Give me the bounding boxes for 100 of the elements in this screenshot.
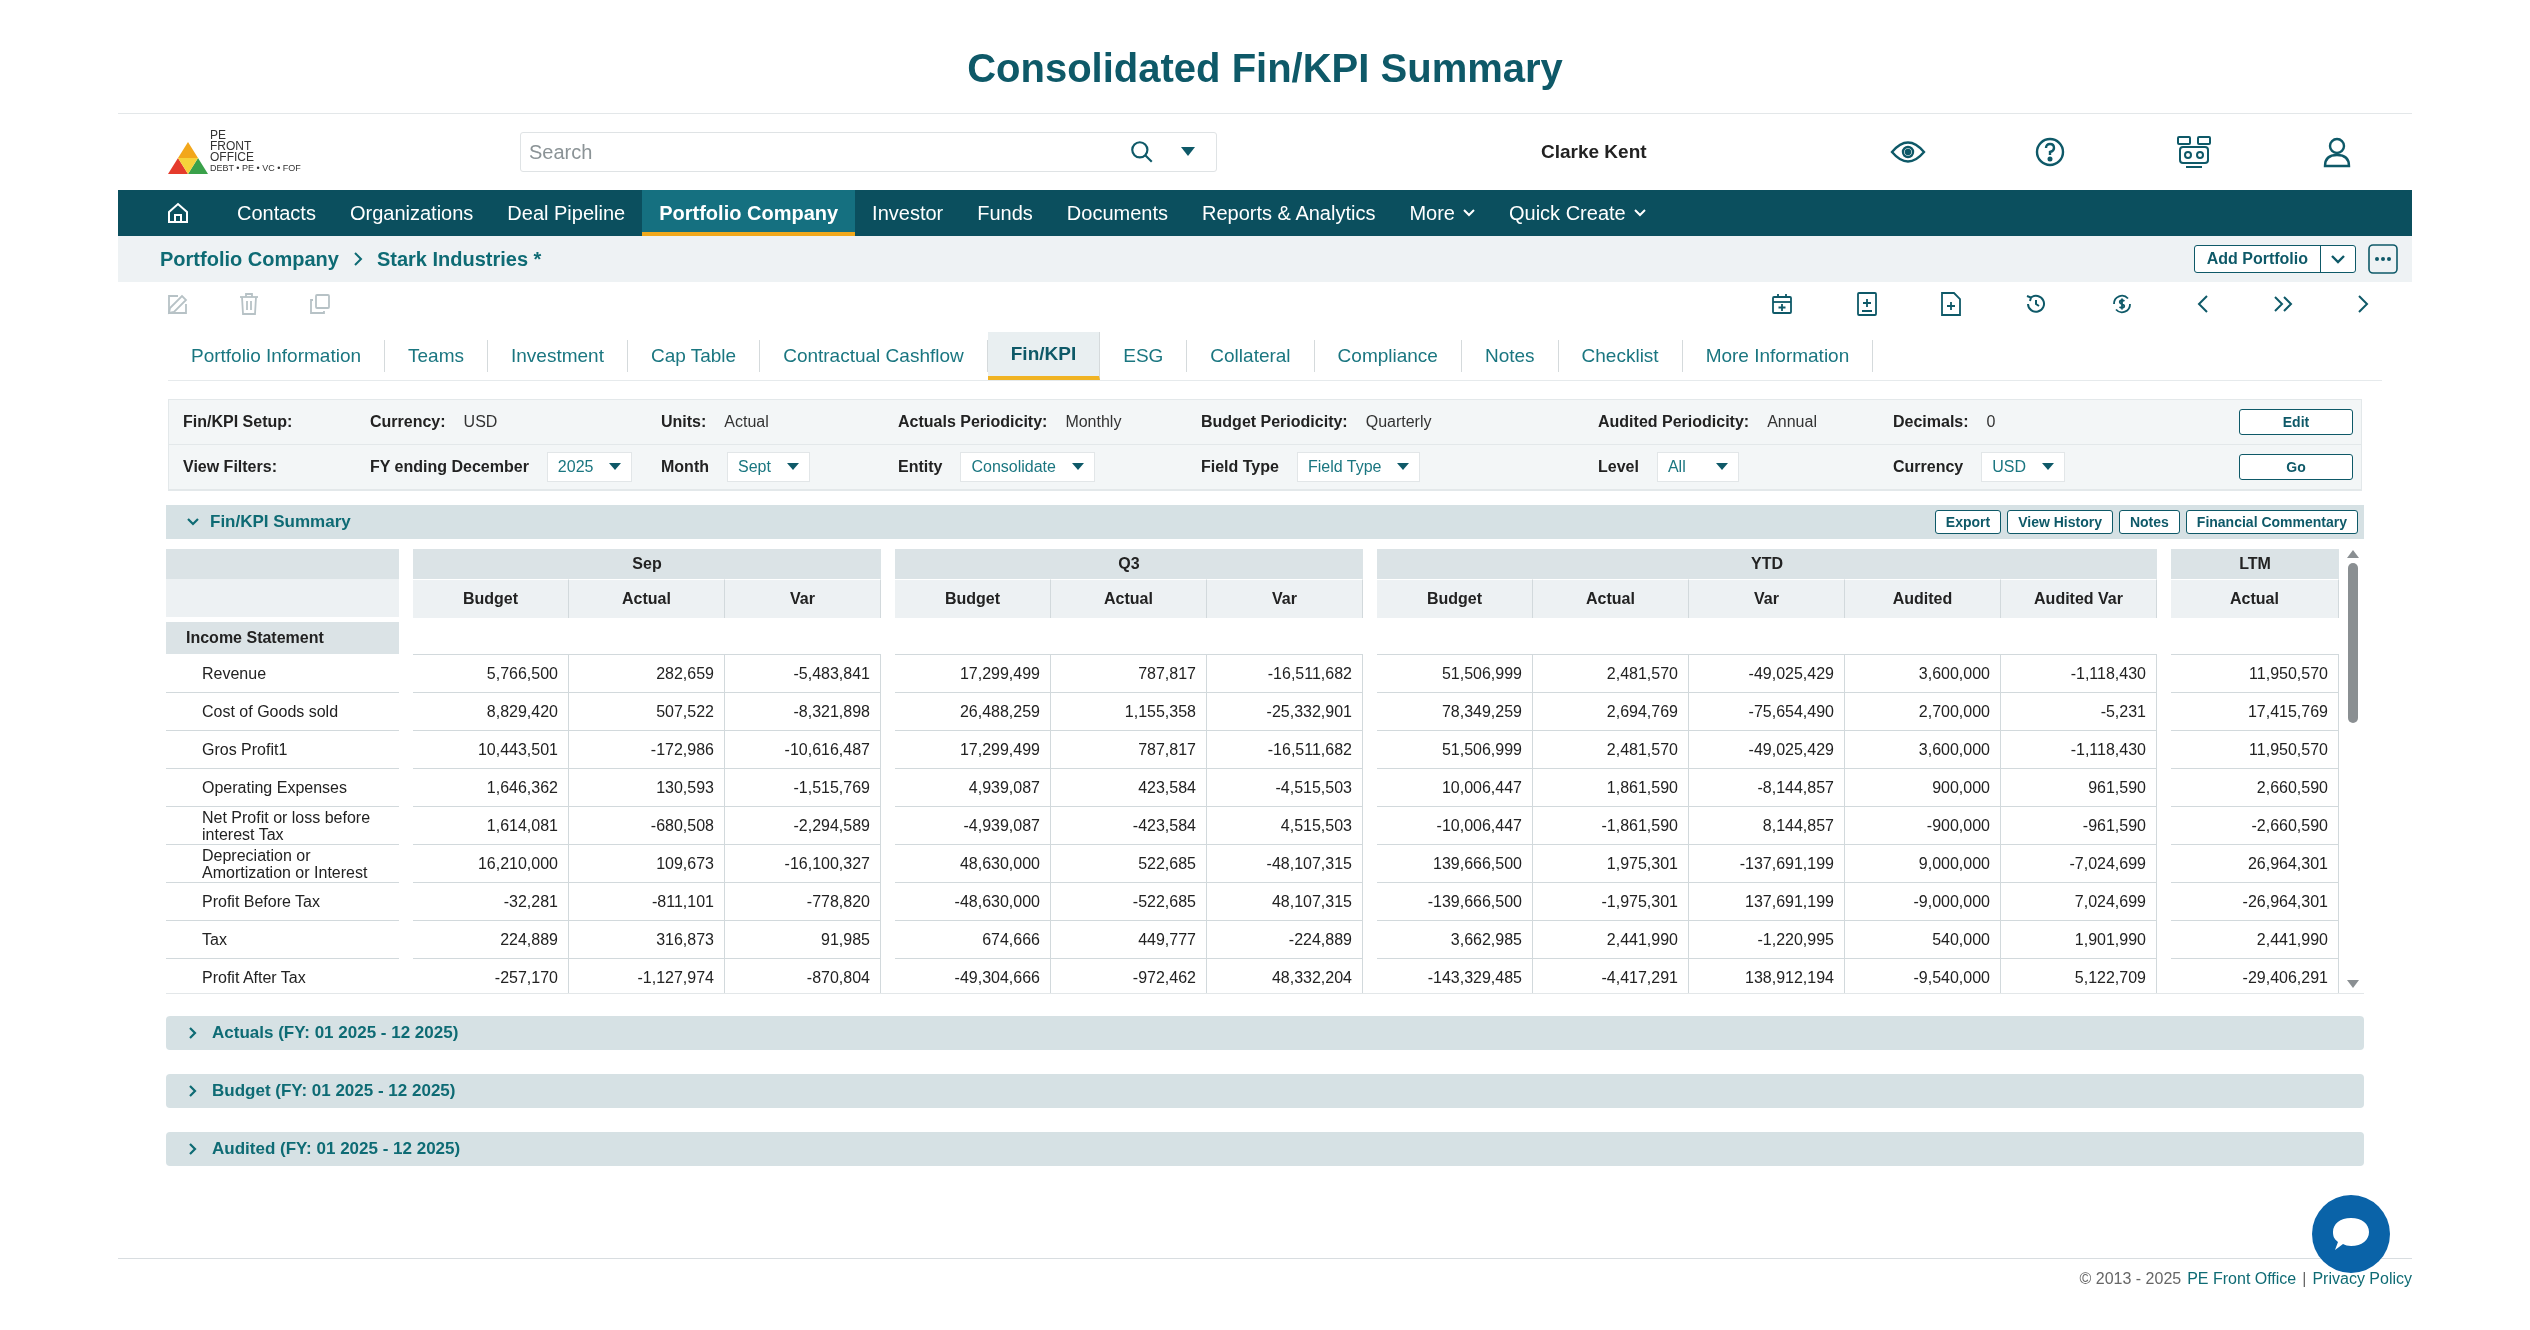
collapsible-panel[interactable]: Actuals (FY: 01 2025 - 12 2025) [166, 1016, 2364, 1050]
field-label: Audited Periodicity: [1598, 413, 1750, 431]
nav-item[interactable]: Documents [1049, 190, 1185, 236]
breadcrumb-link[interactable]: Stark Industries * [376, 247, 542, 271]
tab[interactable]: Contractual Cashflow [760, 340, 988, 372]
table-cell: 900,000 [1845, 769, 2001, 807]
nav-item[interactable]: Deal Pipeline [490, 190, 643, 236]
nav-item[interactable]: Funds [960, 190, 1050, 236]
scroll-up-icon[interactable] [2346, 549, 2360, 559]
document-plus-icon[interactable] [1856, 291, 1878, 317]
caret-icon[interactable] [1181, 147, 1195, 157]
dropdown[interactable]: USD [1981, 452, 2066, 482]
tab[interactable]: Collateral [1187, 340, 1315, 372]
dropdown[interactable]: 2025 [546, 452, 633, 482]
table-cell: -49,304,666 [895, 959, 1051, 993]
tab[interactable]: Teams [385, 340, 488, 372]
table-cell: 3,662,985 [1377, 921, 1533, 959]
table-cell: -29,406,291 [2171, 959, 2339, 993]
scroll-down-icon[interactable] [2346, 979, 2360, 989]
table-cell: 48,107,315 [1207, 883, 1363, 921]
tab[interactable]: Investment [488, 340, 628, 372]
column-header: Budget [895, 579, 1051, 618]
table-cell: -25,332,901 [1207, 693, 1363, 731]
action-button[interactable]: Financial Commentary [2185, 510, 2358, 534]
table-cell: -16,511,682 [1207, 655, 1363, 693]
table-cell: -1,118,430 [2001, 655, 2157, 693]
chevron-left-icon[interactable] [2196, 294, 2210, 314]
table-cell: -2,660,590 [2171, 807, 2339, 845]
dollar-refresh-icon[interactable] [2110, 292, 2134, 316]
filter-label: FY ending December [370, 458, 529, 476]
chevron-right-icon[interactable] [2356, 294, 2370, 314]
field-label: Units: [661, 413, 707, 431]
search-icon[interactable] [1129, 139, 1155, 165]
action-button[interactable]: View History [2007, 510, 2113, 534]
calendar-icon[interactable] [1770, 292, 1794, 316]
nav-item[interactable]: Reports & Analytics [1185, 190, 1393, 236]
more-icon[interactable] [2368, 244, 2398, 274]
field-label: Decimals: [1893, 413, 1969, 431]
search-field[interactable]: Search [520, 132, 1217, 172]
nav-item[interactable]: Investor [855, 190, 961, 236]
company-link[interactable]: PE Front Office [2187, 1270, 2297, 1288]
company-logo[interactable]: PE FRONT OFFICE DEBT • PE • VC • FOF [168, 130, 520, 174]
column-header: Budget [413, 579, 569, 618]
nav-item[interactable]: Quick Create [1492, 190, 1663, 236]
action-button[interactable]: Export [1934, 510, 2002, 534]
table-cell: 91,985 [725, 921, 881, 959]
dropdown[interactable]: Consolidate [960, 452, 1095, 482]
table-cell: 4,939,087 [895, 769, 1051, 807]
section-header[interactable]: Fin/KPI Summary Export View History Notes Financial Commentary [166, 505, 2364, 539]
user-icon[interactable] [2321, 136, 2352, 168]
user-name[interactable]: Clarke Kent [1541, 141, 1647, 163]
dropdown[interactable]: All [1656, 452, 1739, 482]
dropdown[interactable]: Sept [727, 452, 810, 482]
table-cell: -257,170 [413, 959, 569, 993]
chevron-down-icon [1463, 209, 1475, 217]
collapsible-panel[interactable]: Audited (FY: 01 2025 - 12 2025) [166, 1132, 2364, 1166]
tab[interactable]: Checklist [1558, 340, 1683, 372]
add-portfolio-button[interactable]: Add Portfolio [2193, 245, 2356, 273]
caret-icon [2042, 463, 2055, 471]
tab[interactable]: Portfolio Information [168, 340, 386, 372]
column-header: Actual [2171, 579, 2339, 618]
table-cell: -961,590 [2001, 807, 2157, 845]
table-cell: -1,975,301 [1533, 883, 1689, 921]
table-cell: -8,321,898 [725, 693, 881, 731]
edit-button[interactable]: Edit [2239, 409, 2353, 435]
table-cell: -75,654,490 [1689, 693, 1845, 731]
table-cell: -680,508 [569, 807, 725, 845]
collapsible-panel[interactable]: Budget (FY: 01 2025 - 12 2025) [166, 1074, 2364, 1108]
tab[interactable]: Compliance [1314, 340, 1462, 372]
home-icon[interactable] [166, 201, 190, 225]
tab[interactable]: Fin/KPI [987, 332, 1101, 380]
nav-item[interactable]: Organizations [332, 190, 491, 236]
nav-item[interactable]: More [1392, 190, 1492, 236]
help-icon[interactable] [2033, 136, 2066, 168]
table-cell: -48,107,315 [1207, 845, 1363, 883]
tab[interactable]: More Information [1682, 340, 1874, 372]
scrollbar-thumb[interactable] [2348, 563, 2358, 723]
nav-item[interactable]: Portfolio Company [642, 190, 856, 236]
caret-icon[interactable] [2331, 254, 2345, 264]
table-cell: 1,614,081 [413, 807, 569, 845]
action-button[interactable]: Notes [2118, 510, 2180, 534]
table-cell: 8,829,420 [413, 693, 569, 731]
nav-item[interactable]: Contacts [220, 190, 333, 236]
dropdown[interactable]: Field Type [1296, 452, 1421, 482]
row-label: Operating Expenses [166, 769, 399, 807]
privacy-link[interactable]: Privacy Policy [2312, 1270, 2412, 1288]
tab[interactable]: Notes [1461, 340, 1559, 372]
tab[interactable]: ESG [1100, 340, 1188, 372]
table-cell: -224,889 [1207, 921, 1363, 959]
separator-text: | [2302, 1270, 2307, 1288]
eye-icon[interactable] [1889, 139, 1926, 165]
caret-icon [1071, 463, 1084, 471]
tab[interactable]: Cap Table [627, 340, 761, 372]
double-chevron-icon[interactable] [2272, 294, 2294, 314]
copyright-text: © 2013 - 2025 [2079, 1270, 2182, 1288]
field-label: Currency: [370, 413, 446, 431]
go-button[interactable]: Go [2239, 454, 2353, 480]
breadcrumb-link[interactable]: Portfolio Company [160, 247, 339, 271]
history-icon[interactable] [2024, 292, 2048, 316]
file-plus-icon[interactable] [1940, 291, 1962, 317]
